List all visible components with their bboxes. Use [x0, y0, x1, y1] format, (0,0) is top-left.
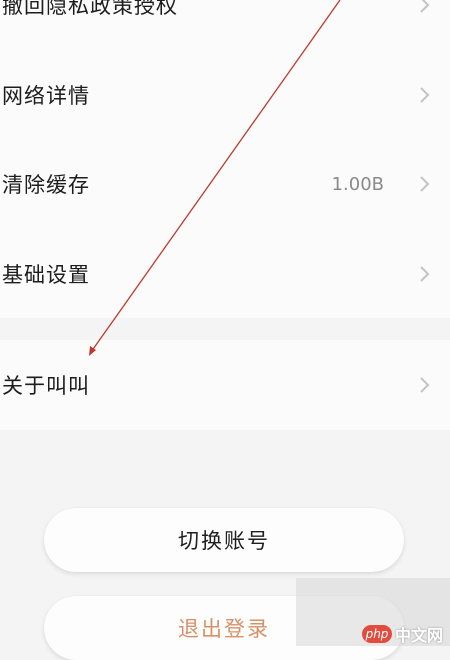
watermark-site-text: 中文网 — [395, 626, 444, 645]
cache-size-value: 1.00B — [331, 173, 384, 195]
settings-item-about[interactable]: 关于叫叫 — [0, 360, 450, 410]
watermark-logo: php 中文网 — [362, 622, 443, 646]
chevron-right-icon — [420, 0, 430, 13]
settings-item-basic-settings[interactable]: 基础设置 — [0, 249, 450, 299]
settings-item-network-details[interactable]: 网络详情 — [0, 70, 450, 120]
about-group: 关于叫叫 — [0, 340, 450, 430]
settings-group: 撤回隐私政策授权 网络详情 清除缓存 1.00B 基础设置 — [0, 0, 450, 318]
settings-item-label: 清除缓存 — [2, 173, 90, 197]
php-logo: php — [362, 625, 392, 643]
settings-item-label: 撤回隐私政策授权 — [2, 0, 178, 18]
chevron-right-icon — [420, 87, 430, 103]
settings-item-revoke-privacy[interactable]: 撤回隐私政策授权 — [0, 0, 450, 30]
settings-item-label: 基础设置 — [2, 263, 90, 287]
chevron-right-icon — [420, 377, 430, 393]
settings-item-clear-cache[interactable]: 清除缓存 1.00B — [0, 159, 450, 209]
settings-item-label: 关于叫叫 — [2, 374, 90, 398]
chevron-right-icon — [420, 266, 430, 282]
chevron-right-icon — [420, 176, 430, 192]
switch-account-button[interactable]: 切换账号 — [44, 508, 404, 572]
settings-item-label: 网络详情 — [2, 84, 90, 108]
